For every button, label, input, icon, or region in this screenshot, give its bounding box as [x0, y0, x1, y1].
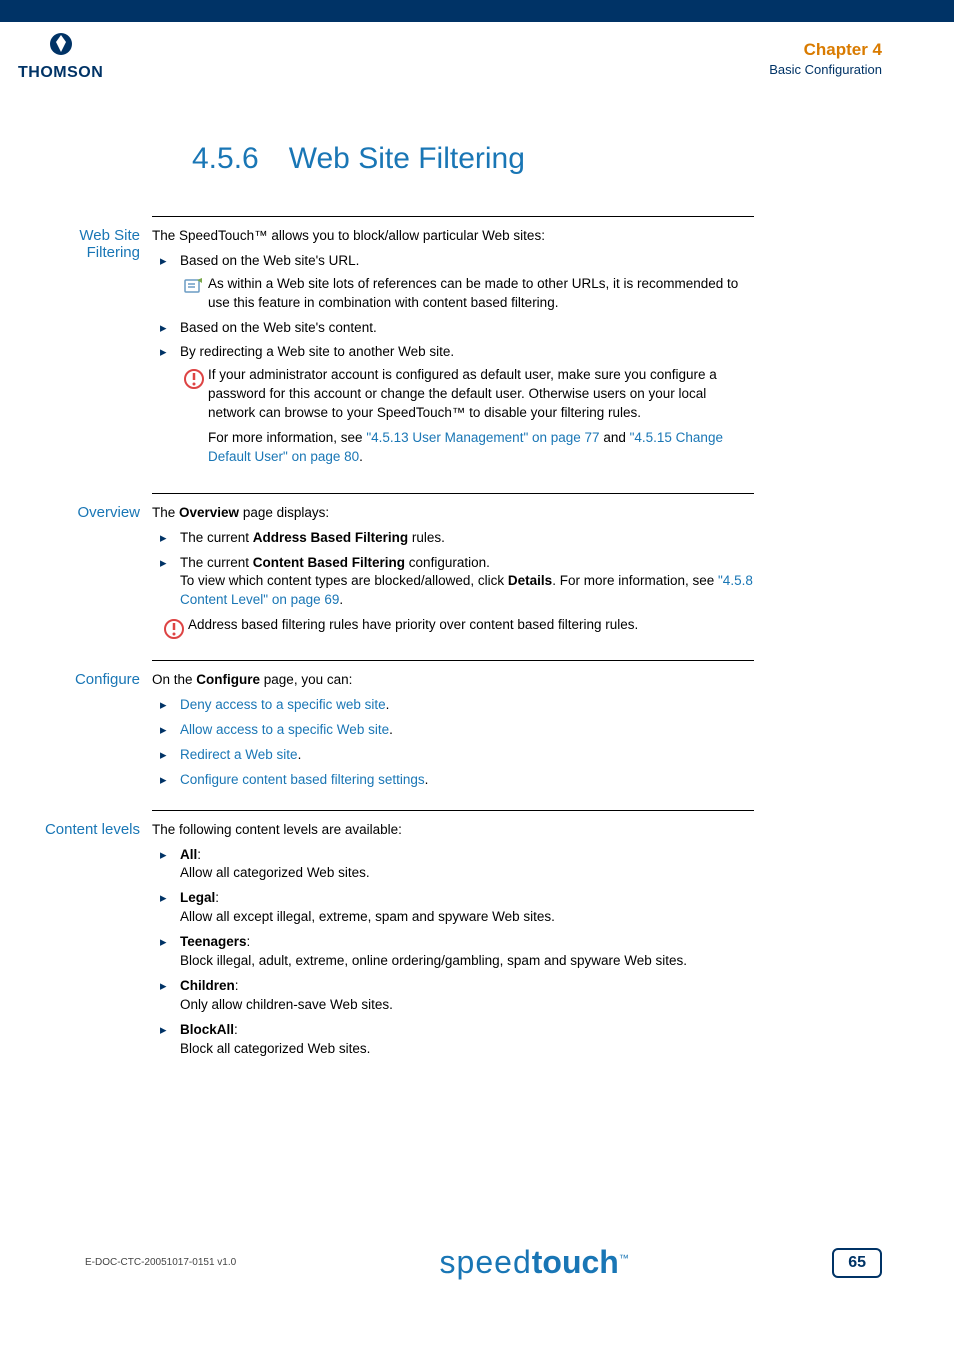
note-block: As within a Web site lots of references … — [180, 275, 754, 313]
section-content-levels: Content levels The following content lev… — [152, 810, 754, 1065]
text-bold: Address Based Filtering — [253, 530, 408, 545]
overview-warn: Address based filtering rules have prior… — [188, 616, 754, 640]
level-desc: Only allow children-save Web sites. — [180, 997, 393, 1012]
list-item: The current Content Based Filtering conf… — [152, 554, 754, 611]
wsf-warn1: If your administrator account is configu… — [208, 366, 754, 423]
wsf-b2: Based on the Web site's content. — [180, 320, 377, 335]
list-item: Redirect a Web site. — [152, 746, 754, 765]
list-item: BlockAll: Block all categorized Web site… — [152, 1021, 754, 1059]
body-overview: The Overview page displays: The current … — [152, 494, 754, 646]
text-bold: Content Based Filtering — [253, 555, 405, 570]
warning-block: Address based filtering rules have prior… — [160, 616, 754, 640]
wsf-intro: The SpeedTouch™ allows you to block/allo… — [152, 227, 754, 246]
section-web-site-filtering: Web Site Filtering The SpeedTouch™ allow… — [152, 216, 754, 479]
text: . For more information, see — [552, 573, 718, 588]
warning-block: If your administrator account is configu… — [180, 366, 754, 472]
list-item: Legal: Allow all except illegal, extreme… — [152, 889, 754, 927]
sidehead-configure: Configure — [22, 661, 152, 795]
level-name: Children — [180, 978, 235, 993]
brand-bold: touch — [532, 1244, 619, 1280]
list-item: Configure content based filtering settin… — [152, 771, 754, 790]
text: For more information, see — [208, 430, 366, 445]
wsf-b3: By redirecting a Web site to another Web… — [180, 344, 454, 359]
wsf-list: Based on the Web site's URL. As within a… — [152, 252, 754, 473]
levels-intro: The following content levels are availab… — [152, 821, 754, 840]
logo-icon — [44, 32, 78, 62]
wsf-b1: Based on the Web site's URL. — [180, 253, 359, 268]
level-desc: Allow all categorized Web sites. — [180, 865, 370, 880]
level-name: BlockAll — [180, 1022, 234, 1037]
list-item: The current Address Based Filtering rule… — [152, 529, 754, 548]
sidehead-overview: Overview — [22, 494, 152, 646]
text-bold: Configure — [196, 672, 260, 687]
text: and — [600, 430, 630, 445]
link-allow-access[interactable]: Allow access to a specific Web site — [180, 722, 389, 737]
link-configure-content[interactable]: Configure content based filtering settin… — [180, 772, 425, 787]
list-item: Based on the Web site's content. — [152, 319, 754, 338]
note-icon — [180, 275, 208, 313]
wsf-note1: As within a Web site lots of references … — [208, 275, 754, 313]
logo-text: THOMSON — [18, 64, 103, 82]
level-name: All — [180, 847, 197, 862]
wsf-warn1b: For more information, see "4.5.13 User M… — [208, 429, 754, 467]
configure-list: Deny access to a specific web site. Allo… — [152, 696, 754, 790]
page-title: 4.5.6 Web Site Filtering — [192, 142, 954, 176]
link-user-management[interactable]: "4.5.13 User Management" on page 77 — [366, 430, 599, 445]
content-area: Web Site Filtering The SpeedTouch™ allow… — [0, 216, 954, 1065]
list-item: Allow access to a specific Web site. — [152, 721, 754, 740]
list-item: Children: Only allow children-save Web s… — [152, 977, 754, 1015]
list-item: Teenagers: Block illegal, adult, extreme… — [152, 933, 754, 971]
sidehead-levels: Content levels — [22, 811, 152, 1065]
level-name: Legal — [180, 890, 215, 905]
warning-icon — [180, 366, 208, 472]
list-item: All: Allow all categorized Web sites. — [152, 846, 754, 884]
body-wsf: The SpeedTouch™ allows you to block/allo… — [152, 217, 754, 479]
link-redirect[interactable]: Redirect a Web site — [180, 747, 298, 762]
brand-tm: ™ — [619, 1253, 629, 1264]
page-header: THOMSON Chapter 4 Basic Configuration — [0, 22, 954, 102]
text-bold: Overview — [179, 505, 239, 520]
page-number: 65 — [832, 1248, 882, 1278]
text: The current — [180, 555, 253, 570]
sidehead-wsf: Web Site Filtering — [22, 217, 152, 479]
list-item: By redirecting a Web site to another Web… — [152, 343, 754, 472]
page-footer: E-DOC-CTC-20051017-0151 v1.0 speedtouch™… — [0, 1244, 954, 1281]
text: To view which content types are blocked/… — [180, 573, 508, 588]
warning-icon — [160, 616, 188, 640]
text: page, you can: — [260, 672, 352, 687]
level-desc: Allow all except illegal, extreme, spam … — [180, 909, 555, 924]
body-configure: On the Configure page, you can: Deny acc… — [152, 661, 754, 795]
text: On the — [152, 672, 196, 687]
text: page displays: — [239, 505, 329, 520]
brand-logo: speedtouch™ — [440, 1244, 629, 1281]
overview-intro: The Overview page displays: — [152, 504, 754, 523]
body-levels: The following content levels are availab… — [152, 811, 754, 1065]
level-name: Teenagers — [180, 934, 247, 949]
thomson-logo: THOMSON — [18, 32, 103, 82]
chapter-subtitle: Basic Configuration — [769, 62, 882, 77]
text-bold: Details — [508, 573, 552, 588]
chapter-title: Chapter 4 — [769, 40, 882, 60]
configure-intro: On the Configure page, you can: — [152, 671, 754, 690]
text: . — [359, 449, 363, 464]
list-item: Based on the Web site's URL. As within a… — [152, 252, 754, 313]
section-overview: Overview The Overview page displays: The… — [152, 493, 754, 646]
list-item: Deny access to a specific web site. — [152, 696, 754, 715]
doc-id: E-DOC-CTC-20051017-0151 v1.0 — [85, 1257, 236, 1268]
brand-light: speed — [440, 1244, 532, 1280]
link-deny-access[interactable]: Deny access to a specific web site — [180, 697, 386, 712]
text: The — [152, 505, 179, 520]
chapter-block: Chapter 4 Basic Configuration — [769, 40, 882, 77]
text: configuration. — [405, 555, 490, 570]
level-desc: Block all categorized Web sites. — [180, 1041, 370, 1056]
overview-list: The current Address Based Filtering rule… — [152, 529, 754, 611]
text: rules. — [408, 530, 445, 545]
level-desc: Block illegal, adult, extreme, online or… — [180, 953, 687, 968]
top-bar — [0, 0, 954, 22]
text: . — [339, 592, 343, 607]
text: The current — [180, 530, 253, 545]
levels-list: All: Allow all categorized Web sites. Le… — [152, 846, 754, 1059]
section-configure: Configure On the Configure page, you can… — [152, 660, 754, 795]
wsf-warning-text: If your administrator account is configu… — [208, 366, 754, 472]
